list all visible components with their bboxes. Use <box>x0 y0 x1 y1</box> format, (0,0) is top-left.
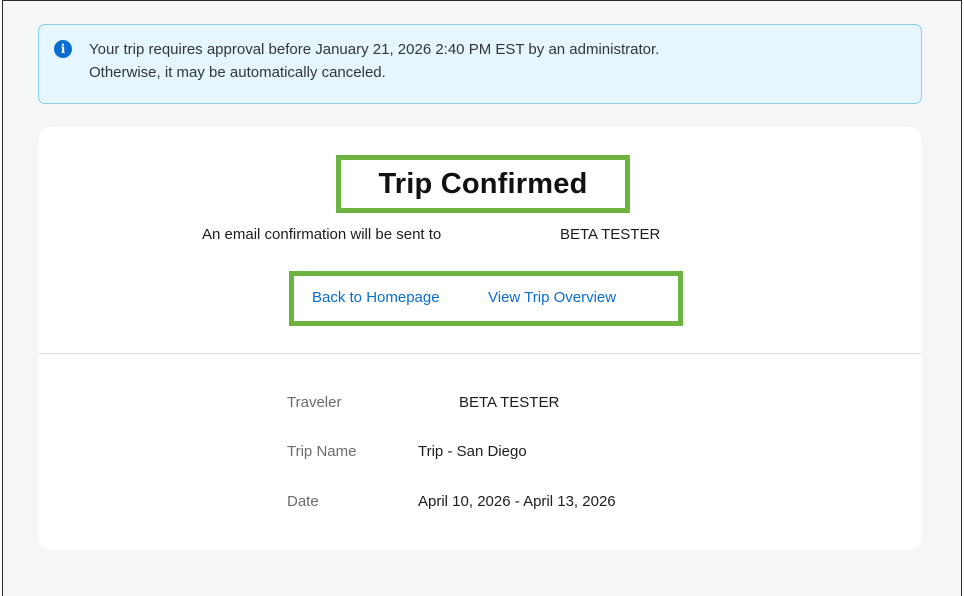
page-frame: i Your trip requires approval before Jan… <box>2 0 962 596</box>
back-to-homepage-link[interactable]: Back to Homepage <box>312 289 440 306</box>
approval-message-line-1: Your trip requires approval before Janua… <box>89 41 660 58</box>
email-recipient: BETA TESTER <box>560 226 661 243</box>
approval-message: Your trip requires approval before Janua… <box>89 38 889 84</box>
links-highlight-box: Back to Homepage View Trip Overview <box>289 271 683 326</box>
email-confirmation-label: An email confirmation will be sent to <box>202 226 442 243</box>
approval-message-line-2: Otherwise, it may be automatically cance… <box>89 64 386 81</box>
trip-name-row: Trip Name Trip - San Diego <box>38 443 922 465</box>
traveler-label: Traveler <box>287 394 342 411</box>
info-icon: i <box>54 40 72 58</box>
page-title: Trip Confirmed <box>378 168 588 200</box>
section-divider <box>38 353 922 354</box>
date-value: April 10, 2026 - April 13, 2026 <box>418 493 616 510</box>
date-row: Date April 10, 2026 - April 13, 2026 <box>38 493 922 515</box>
date-label: Date <box>287 493 319 510</box>
view-trip-overview-link[interactable]: View Trip Overview <box>488 289 616 306</box>
title-highlight-box: Trip Confirmed <box>336 155 630 213</box>
trip-name-value: Trip - San Diego <box>418 443 527 460</box>
traveler-row: Traveler BETA TESTER <box>38 394 922 416</box>
trip-name-label: Trip Name <box>287 443 357 460</box>
approval-info-banner: i Your trip requires approval before Jan… <box>38 24 922 104</box>
traveler-value: BETA TESTER <box>459 394 560 411</box>
email-confirmation-line: An email confirmation will be sent to BE… <box>38 224 922 246</box>
confirmation-card: Trip Confirmed An email confirmation wil… <box>38 127 922 550</box>
